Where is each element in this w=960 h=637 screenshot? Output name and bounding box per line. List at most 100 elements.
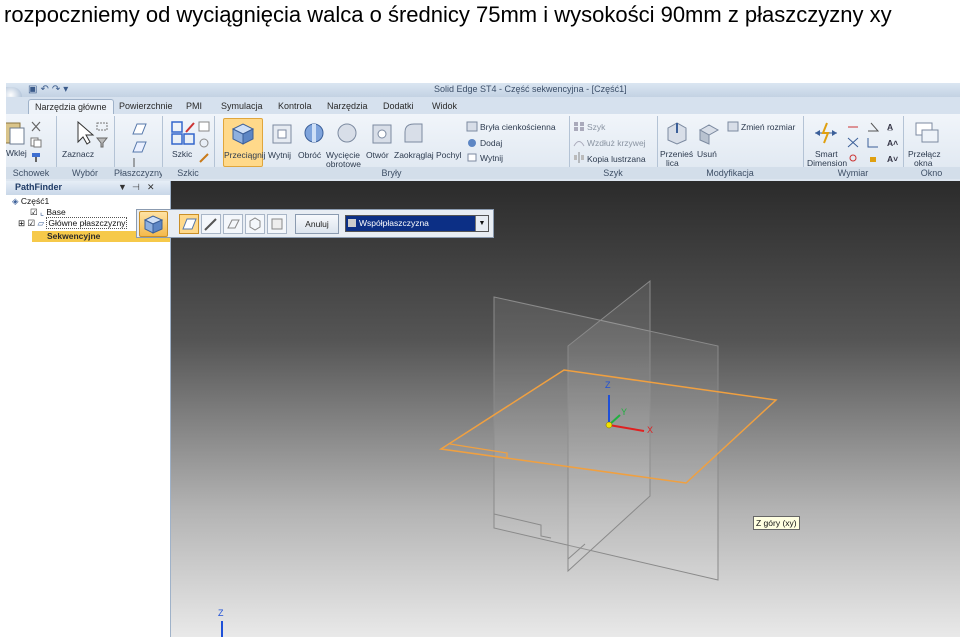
extrude-button[interactable]: Przeciągnij	[224, 150, 266, 160]
save-icon[interactable]: ▣	[28, 84, 40, 95]
hole-icon	[372, 124, 392, 144]
close-icon[interactable]: ✕	[147, 182, 155, 193]
group-bryly: Przeciągnij Wytnij Obróć Wycięcie obroto…	[214, 116, 570, 179]
group-okno: Przełącz okna Okno	[903, 116, 960, 179]
pin-icon[interactable]: ⊣	[132, 182, 140, 193]
mirror-copy-button[interactable]: Kopia lustrzana	[587, 154, 646, 164]
cutout-button[interactable]: Wytnij	[268, 150, 291, 160]
round-button[interactable]: Zaokrąglaj	[394, 150, 434, 160]
curve-pattern-icon	[573, 141, 585, 147]
plane-step-button[interactable]	[179, 214, 199, 234]
group-plaszczyzny: Płaszczyzny	[114, 116, 163, 179]
title-bar: ▣↶↷▾ Solid Edge ST4 - Część sekwencyjna …	[6, 83, 960, 107]
group-label-wybor: Wybór	[56, 167, 114, 179]
group-label-szkic: Szkic	[162, 167, 214, 179]
extrude-command-icon[interactable]	[139, 211, 168, 237]
text-size-icon[interactable]: A̲	[887, 122, 893, 132]
hole-button[interactable]: Otwór	[366, 150, 389, 160]
window-title: Solid Edge ST4 - Część sekwencyjna - [Cz…	[434, 84, 627, 94]
paste-button[interactable]: Wklej	[6, 148, 27, 158]
revolve-icon	[304, 123, 324, 143]
redo-icon[interactable]: ↷	[52, 84, 63, 95]
checkbox-checked-icon[interactable]: ☑	[28, 218, 36, 228]
text-up-icon[interactable]: A˄	[887, 138, 898, 148]
planes-icon: ▱	[37, 218, 45, 228]
tab-dodatki[interactable]: Dodatki	[377, 99, 420, 114]
revolve-button[interactable]: Obróć	[298, 150, 321, 160]
cancel-button[interactable]: Anuluj	[295, 214, 339, 234]
quick-access-toolbar[interactable]: ▣↶↷▾	[28, 84, 71, 95]
tab-kontrola[interactable]: Kontrola	[272, 99, 318, 114]
pencil-icon[interactable]	[198, 152, 210, 163]
chevron-down-icon[interactable]: ▼	[475, 216, 488, 231]
copy-icon[interactable]	[30, 137, 42, 148]
undo-icon[interactable]: ↶	[40, 84, 51, 95]
add-button[interactable]: Dodaj	[480, 138, 502, 148]
paste-icon	[6, 122, 25, 145]
cutout-icon	[272, 124, 292, 144]
pathfinder-title: PathFinder	[15, 182, 63, 192]
treatment-step-button[interactable]	[267, 214, 287, 234]
relation-icon[interactable]	[847, 137, 859, 148]
plane-tooltip: Z góry (xy)	[753, 516, 800, 530]
sketch-edit-icon[interactable]	[198, 137, 210, 148]
expand-icon[interactable]: ⊞	[18, 218, 25, 228]
smart-dimension-icon	[815, 122, 837, 144]
origin-point[interactable]	[605, 421, 613, 429]
cut-small-button[interactable]: Wytnij	[480, 153, 503, 163]
group-szyk: Szyk Wzdłuż krzywej Kopia lustrzana Szyk	[569, 116, 658, 179]
draw-profile-button[interactable]	[201, 214, 221, 234]
dimension-icon[interactable]	[847, 121, 859, 132]
filter-icon[interactable]	[96, 137, 108, 148]
sketch-icon	[171, 121, 195, 145]
tab-narzedzia[interactable]: Narzędzia	[321, 99, 374, 114]
draft-button[interactable]: Pochyl	[436, 150, 462, 160]
plane-select[interactable]: Współpłaszczyzna ▼	[345, 215, 489, 232]
delete-button[interactable]: Usuń	[697, 149, 717, 159]
revolved-cutout-icon	[337, 123, 357, 143]
group-szkic: Szkic Szkic	[162, 116, 215, 179]
graphics-viewport[interactable]: Z Y X Z	[171, 181, 960, 637]
angle-icon[interactable]	[867, 121, 879, 132]
tab-powierzchnie[interactable]: Powierzchnie	[113, 99, 179, 114]
resize-button[interactable]: Zmień rozmiar	[741, 122, 795, 132]
pattern-along-curve-button[interactable]: Wzdłuż krzywej	[587, 138, 646, 148]
thin-wall-button[interactable]: Bryła cienkościenna	[480, 122, 556, 132]
plane-icon[interactable]	[130, 120, 148, 138]
side-step-button[interactable]	[223, 214, 243, 234]
tab-pmi[interactable]: PMI	[180, 99, 208, 114]
tab-widok[interactable]: Widok	[426, 99, 463, 114]
sketch-button[interactable]: Szkic	[172, 149, 192, 159]
checkbox-checked-icon[interactable]: ☑	[30, 207, 38, 217]
pathfinder-panel: PathFinder ▼ ⊣ ✕ ◈ Część1 ☑ ⌞ Base ⊞ ☑ ▱…	[6, 181, 171, 637]
group-label-plaszczyzny: Płaszczyzny	[114, 167, 162, 179]
move-faces-icon	[667, 122, 687, 145]
format-painter-icon[interactable]	[30, 152, 42, 163]
delete-icon	[698, 124, 720, 145]
tab-symulacja[interactable]: Symulacja	[215, 99, 269, 114]
lock-dimension-icon[interactable]	[867, 152, 879, 163]
coordinate-dimension-icon[interactable]	[867, 137, 879, 148]
tree-item-part[interactable]: ◈ Część1	[12, 196, 49, 207]
group-modyfikacja: Przenieś lica Usuń Zmień rozmiar Modyfik…	[657, 116, 804, 179]
text-down-icon[interactable]: A˅	[887, 154, 898, 164]
cut-icon[interactable]	[30, 121, 42, 132]
pattern-button[interactable]: Szyk	[587, 122, 605, 132]
extrude-icon	[231, 123, 255, 145]
group-label-szyk: Szyk	[569, 167, 657, 179]
group-label-wymiar: Wymiar	[803, 167, 903, 179]
axis-x-label: X	[647, 425, 654, 435]
select-button[interactable]: Zaznacz	[62, 149, 94, 159]
ribbon: Wklej Schowek Zaznacz Wybór Płaszczyzny …	[6, 114, 960, 182]
add-icon	[468, 139, 476, 147]
tab-narzedzia-glowne[interactable]: Narzędzia główne	[28, 99, 114, 115]
extent-step-button[interactable]	[245, 214, 265, 234]
pathfinder-dropdown-icon[interactable]: ▼	[118, 182, 127, 192]
sketch-small-icon[interactable]	[198, 121, 210, 132]
constraint-icon[interactable]	[847, 152, 859, 163]
group-label-okno: Okno	[903, 167, 960, 179]
scene-svg	[221, 279, 778, 637]
chevron-down-icon[interactable]: ▾	[63, 84, 71, 95]
select-tool-icon[interactable]	[96, 121, 108, 132]
tree-item-base-planes[interactable]: ⊞ ☑ ▱ Główne płaszczyzny	[18, 217, 128, 229]
